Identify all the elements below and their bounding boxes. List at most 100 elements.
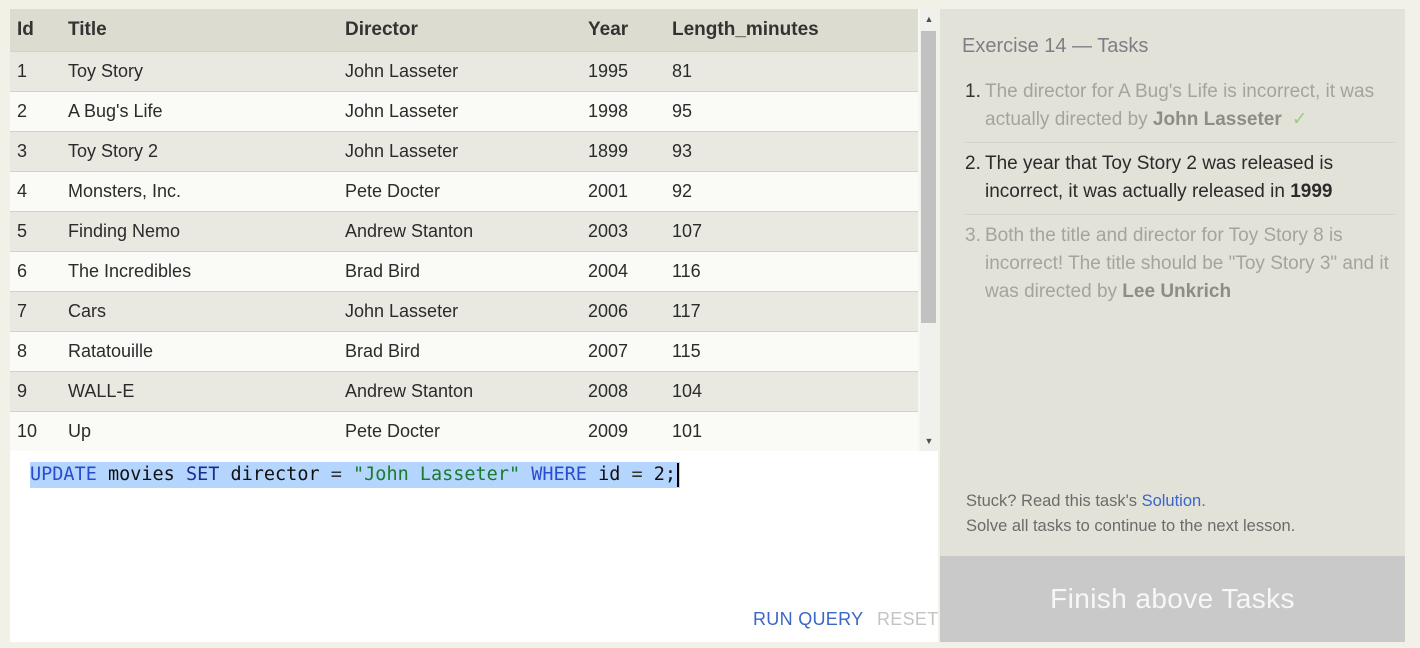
cell-year: 2008	[581, 370, 665, 411]
cell-length: 116	[665, 250, 918, 291]
column-header-title: Title	[61, 9, 338, 51]
keyword-set: SET	[185, 464, 220, 485]
cell-director: John Lasseter	[338, 50, 581, 91]
cell-id: 9	[10, 370, 61, 411]
sql-editor[interactable]: UPDATE movies SET director = "John Lasse…	[10, 451, 938, 642]
cell-title: Ratatouille	[61, 330, 338, 371]
column-header-year: Year	[581, 9, 665, 51]
cell-year: 1899	[581, 130, 665, 171]
cell-title: Cars	[61, 290, 338, 331]
tasks-title: Exercise 14 — Tasks	[962, 35, 1149, 57]
cell-year: 2009	[581, 410, 665, 451]
table-row: 4 Monsters, Inc. Pete Docter 2001 92	[10, 170, 918, 211]
run-query-button[interactable]: RUN QUERY	[753, 609, 863, 630]
solution-link[interactable]: Solution	[1142, 492, 1202, 510]
keyword-where: WHERE	[531, 464, 587, 485]
finish-tasks-button[interactable]: Finish above Tasks	[940, 556, 1405, 642]
task-number: 3.	[965, 225, 981, 246]
column-header-director: Director	[338, 9, 581, 51]
cell-id: 4	[10, 170, 61, 211]
scrollbar-thumb[interactable]	[921, 31, 936, 323]
cell-length: 115	[665, 330, 918, 371]
cell-director: Pete Docter	[338, 170, 581, 211]
cell-length: 117	[665, 290, 918, 331]
column-name: director	[219, 464, 331, 485]
task-item-3: 3. Both the title and director for Toy S…	[965, 222, 1395, 314]
task-highlight: Lee Unkrich	[1122, 281, 1232, 302]
string-literal: "John Lasseter"	[353, 464, 521, 485]
cell-length: 81	[665, 50, 918, 91]
cell-year: 2006	[581, 290, 665, 331]
cell-director: Brad Bird	[338, 330, 581, 371]
cell-id: 7	[10, 290, 61, 331]
stuck-prefix: Stuck? Read this task's	[966, 492, 1142, 510]
cell-length: 101	[665, 410, 918, 451]
cell-year: 1995	[581, 50, 665, 91]
cell-length: 95	[665, 90, 918, 131]
cell-length: 93	[665, 130, 918, 171]
cell-title: WALL-E	[61, 370, 338, 411]
cell-length: 104	[665, 370, 918, 411]
triangle-up-icon[interactable]: ▲	[920, 11, 938, 27]
results-table-panel: Id Title Director Year Length_minutes 1T…	[10, 9, 938, 451]
checkmark-icon: ✓	[1291, 109, 1308, 130]
cell-id: 5	[10, 210, 61, 251]
cell-length: 107	[665, 210, 918, 251]
cell-title: A Bug's Life	[61, 90, 338, 131]
operator-equals: =	[631, 464, 643, 485]
table-row: 6 The Incredibles Brad Bird 2004 116	[10, 250, 918, 291]
column-name: id	[586, 464, 632, 485]
task-list: 1. The director for A Bug's Life is inco…	[965, 78, 1395, 321]
stuck-suffix: .	[1201, 492, 1206, 510]
cell-year: 2003	[581, 210, 665, 251]
table-row: 3 Toy Story 2 John Lasseter 1899 93	[10, 130, 918, 171]
table-row: 9 WALL-E Andrew Stanton 2008 104	[10, 370, 918, 411]
keyword-update: UPDATE	[30, 464, 97, 485]
cell-director: Pete Docter	[338, 410, 581, 451]
cell-id: 10	[10, 410, 61, 451]
column-header-length: Length_minutes	[665, 9, 918, 51]
cell-year: 1998	[581, 90, 665, 131]
table-row: 2A Bug's Life John Lasseter 1998 95	[10, 90, 918, 131]
cell-id: 3	[10, 130, 61, 171]
task-number: 2.	[965, 153, 981, 174]
table-scrollbar[interactable]: ▲ ▼	[920, 9, 938, 451]
triangle-down-icon[interactable]: ▼	[920, 433, 938, 449]
cell-length: 92	[665, 170, 918, 211]
column-header-id: Id	[10, 9, 61, 51]
cell-year: 2001	[581, 170, 665, 211]
cell-id: 1	[10, 50, 61, 91]
cell-title: The Incredibles	[61, 250, 338, 291]
task-highlight: 1999	[1290, 181, 1333, 202]
cell-director: John Lasseter	[338, 290, 581, 331]
task-item-2: 2. The year that Toy Story 2 was release…	[965, 150, 1395, 215]
cell-director: Brad Bird	[338, 250, 581, 291]
cell-id: 6	[10, 250, 61, 291]
table-row: 8 Ratatouille Brad Bird 2007 115	[10, 330, 918, 371]
table-row: 7 Cars John Lasseter 2006 117	[10, 290, 918, 331]
table-row: 5 Finding Nemo Andrew Stanton 2003 107	[10, 210, 918, 251]
cell-title: Toy Story	[61, 50, 338, 91]
table-row: 1 Toy Story John Lasseter 1995 81	[10, 50, 918, 91]
text-caret	[677, 463, 680, 487]
cell-director: John Lasseter	[338, 130, 581, 171]
cell-title: Up	[61, 410, 338, 451]
table-header-row: Id Title Director Year Length_minutes	[10, 9, 918, 51]
task-highlight: John Lasseter	[1152, 109, 1282, 130]
cell-id: 2	[10, 90, 61, 131]
table-name: movies	[96, 464, 186, 485]
cell-director: John Lasseter	[338, 90, 581, 131]
task-text: The year that Toy Story 2 was released i…	[985, 153, 1334, 202]
task-number: 1.	[965, 81, 981, 102]
reset-button[interactable]: RESET	[877, 609, 939, 630]
cell-director: Andrew Stanton	[338, 370, 581, 411]
continue-text: Solve all tasks to continue to the next …	[966, 517, 1296, 535]
cell-director: Andrew Stanton	[338, 210, 581, 251]
help-text: Stuck? Read this task's Solution. Solve …	[966, 489, 1295, 539]
cell-year: 2004	[581, 250, 665, 291]
task-item-1: 1. The director for A Bug's Life is inco…	[965, 78, 1395, 143]
cell-year: 2007	[581, 330, 665, 371]
cell-title: Finding Nemo	[61, 210, 338, 251]
query-line[interactable]: UPDATE movies SET director = "John Lasse…	[30, 462, 681, 488]
